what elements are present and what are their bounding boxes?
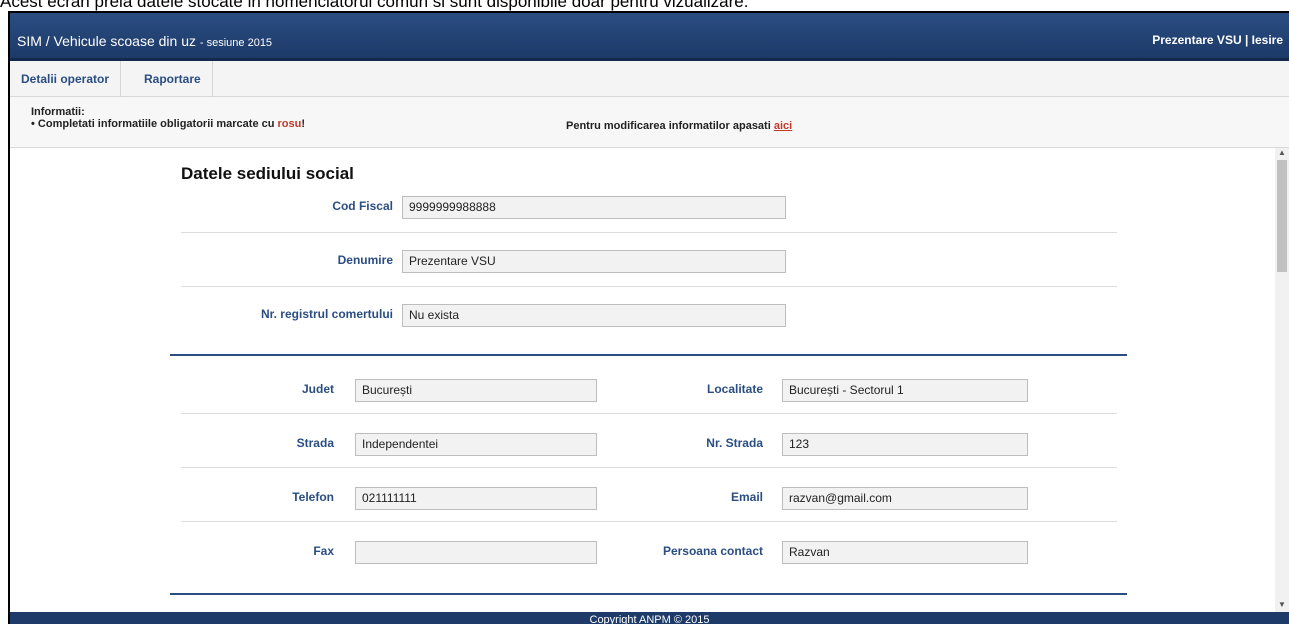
row-divider (181, 467, 1117, 468)
modify-note-text: Pentru modificarea informatilor apasati (566, 120, 774, 132)
info-bar: Informatii: • Completati informatiile ob… (10, 97, 1289, 148)
strada-label: Strada (296, 436, 334, 450)
denumire-label: Denumire (337, 253, 393, 267)
main-nav: Detalii operator Raportare (10, 61, 1289, 97)
persoana-contact-label: Persoana contact (662, 544, 763, 558)
row-divider (181, 413, 1117, 414)
persoana-contact-field[interactable]: Razvan (782, 541, 1028, 564)
app-title: SIM / Vehicule scoase din uz - sesiune 2… (17, 33, 272, 49)
document-caption: Acest ecran preia datele stocate in nome… (0, 0, 749, 11)
required-note-suffix: ! (301, 118, 306, 130)
app-title-main: SIM / Vehicule scoase din uz (17, 33, 196, 49)
form-content: Datele sediului social Cod Fiscal 999999… (10, 148, 1273, 612)
row-divider (181, 286, 1117, 287)
scrollbar-thumb[interactable] (1277, 160, 1287, 272)
email-field[interactable]: razvan@gmail.com (782, 487, 1028, 510)
required-note-red: rosu (277, 118, 302, 130)
app-title-session: - sesiune 2015 (199, 37, 273, 49)
tab-detalii-operator[interactable]: Detalii operator (10, 61, 122, 97)
footer-copyright: Copyright ANPM © 2015 (10, 612, 1289, 624)
required-note-prefix: • Completati informatiile obligatorii ma… (31, 118, 278, 130)
scroll-up-icon[interactable]: ▲ (1278, 148, 1286, 157)
tab-raportare[interactable]: Raportare (133, 61, 213, 97)
section-divider (170, 593, 1127, 595)
app-header: SIM / Vehicule scoase din uz - sesiune 2… (10, 13, 1289, 61)
nr-strada-field[interactable]: 123 (782, 433, 1028, 456)
nr-registru-label: Nr. registrul comertului (260, 307, 393, 321)
row-divider (181, 232, 1117, 233)
nr-registru-field[interactable]: Nu exista (402, 304, 786, 327)
header-links[interactable]: Prezentare VSU | Iesire (1152, 33, 1283, 47)
judet-field[interactable]: București (355, 379, 597, 402)
modify-link[interactable]: aici (774, 120, 792, 132)
judet-label: Judet (301, 382, 334, 396)
fax-field[interactable] (355, 541, 597, 564)
modify-note: Pentru modificarea informatilor apasati … (566, 120, 792, 132)
row-divider (181, 521, 1117, 522)
telefon-field[interactable]: 021111111 (355, 487, 597, 510)
vertical-scrollbar[interactable]: ▲ ▼ (1275, 148, 1289, 612)
required-note: • Completati informatiile obligatorii ma… (31, 118, 305, 130)
email-label: Email (730, 490, 763, 504)
localitate-field[interactable]: București - Sectorul 1 (782, 379, 1028, 402)
section-title: Datele sediului social (181, 164, 354, 183)
fax-label: Fax (313, 544, 334, 558)
cod-fiscal-label: Cod Fiscal (332, 199, 393, 213)
nr-strada-label: Nr. Strada (706, 436, 763, 450)
browser-frame: SIM / Vehicule scoase din uz - sesiune 2… (8, 11, 1289, 624)
strada-field[interactable]: Independentei (355, 433, 597, 456)
telefon-label: Telefon (292, 490, 334, 504)
info-label: Informatii: (31, 106, 85, 118)
denumire-field[interactable]: Prezentare VSU (402, 250, 786, 273)
scroll-down-icon[interactable]: ▼ (1278, 600, 1286, 609)
section-divider (170, 354, 1127, 356)
cod-fiscal-field[interactable]: 9999999988888 (402, 196, 786, 219)
localitate-label: Localitate (706, 382, 763, 396)
